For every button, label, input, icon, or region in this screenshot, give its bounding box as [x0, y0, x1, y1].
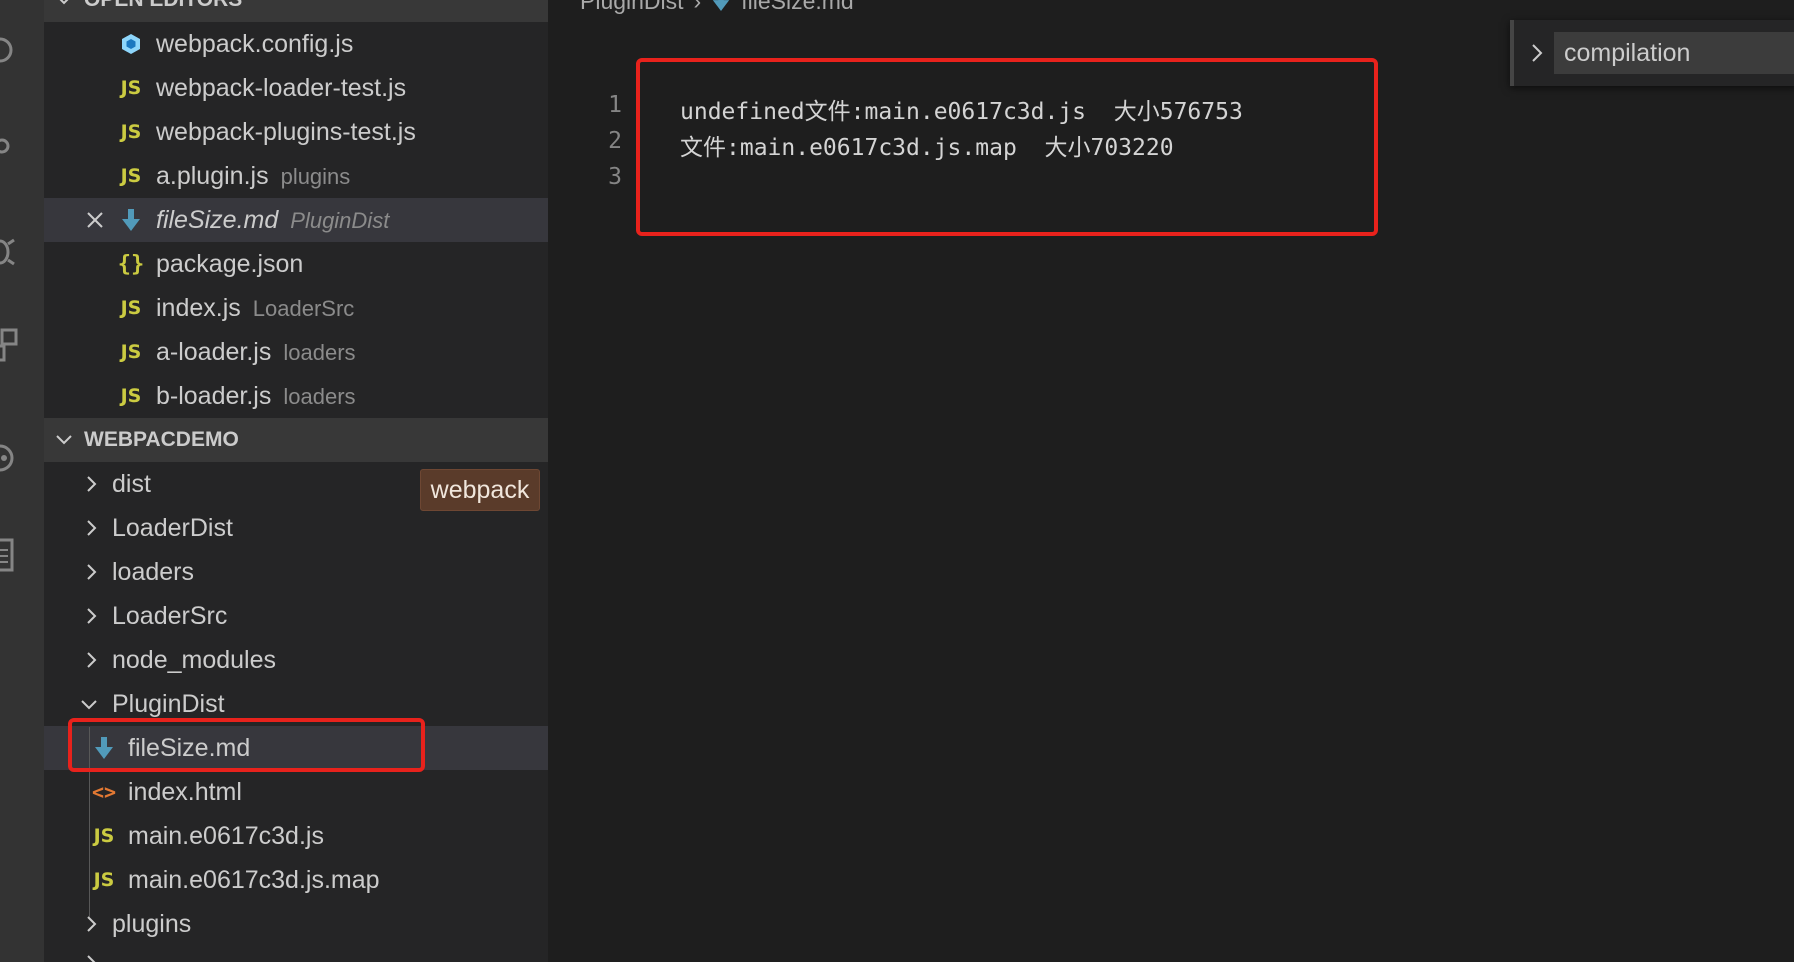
section-title: OPEN EDITORS	[84, 0, 242, 12]
breadcrumb: PluginDist › fileSize.md	[580, 0, 854, 16]
breadcrumb-item[interactable]: fileSize.md	[741, 0, 853, 15]
tree-folder-node-modules[interactable]: node_modules	[44, 638, 548, 682]
file-name: webpack-loader-test.js	[156, 73, 407, 102]
activity-bar	[0, 0, 44, 962]
find-widget: compilation	[1510, 20, 1794, 86]
line-number: 3	[608, 164, 622, 190]
workspace-header[interactable]: WEBPACDEMO	[44, 418, 548, 462]
folder-name: LoaderSrc	[112, 601, 228, 630]
chevron-down-icon	[59, 0, 69, 5]
section-title: WEBPACDEMO	[84, 428, 239, 451]
js-file-icon: JS	[120, 165, 142, 187]
explorer-icon[interactable]	[0, 30, 26, 70]
js-file-icon: JS	[120, 297, 142, 319]
file-name: index.html	[128, 777, 242, 806]
js-file-icon: JS	[120, 385, 142, 407]
open-editor-item[interactable]: {} package.json	[44, 242, 548, 286]
folder-name: plugins	[112, 909, 192, 938]
file-name: b-loader.js	[156, 381, 272, 410]
open-editor-item[interactable]: JS a.plugin.js plugins	[44, 154, 548, 198]
open-editor-item[interactable]: JS webpack-loader-test.js	[44, 66, 548, 110]
open-editor-item[interactable]: JS b-loader.js loaders	[44, 374, 548, 418]
js-file-icon: JS	[120, 77, 142, 99]
file-name: main.e0617c3d.js.map	[128, 865, 380, 894]
chevron-right-icon[interactable]	[1524, 40, 1550, 66]
explorer-sidebar: OPEN EDITORS webpack.config.js JS webpac…	[44, 0, 548, 962]
tree-folder-loadersrc[interactable]: LoaderSrc	[44, 594, 548, 638]
webpack-tooltip-badge: webpack	[420, 469, 540, 511]
tree-file-index-html[interactable]: <> index.html	[44, 770, 548, 814]
close-icon[interactable]	[82, 207, 108, 233]
search-icon[interactable]	[0, 132, 26, 172]
html-file-icon: <>	[91, 780, 117, 804]
folder-name: PluginDist	[112, 689, 225, 718]
open-editor-item-active[interactable]: fileSize.md PluginDist	[44, 198, 548, 242]
notes-icon[interactable]	[0, 536, 26, 576]
file-description: loaders	[283, 339, 356, 365]
line-number: 1	[608, 92, 622, 118]
chevron-right-icon	[87, 520, 97, 536]
debug-icon[interactable]	[0, 230, 26, 270]
breadcrumb-item[interactable]: PluginDist	[580, 0, 684, 15]
chevron-down-icon	[81, 700, 97, 710]
tree-folder-loaders[interactable]: loaders	[44, 550, 548, 594]
chevron-down-icon	[56, 435, 72, 445]
tree-folder-plugins[interactable]: plugins	[44, 902, 548, 946]
open-editor-item[interactable]: JS webpack-plugins-test.js	[44, 110, 548, 154]
markdown-file-icon	[118, 207, 144, 233]
file-name: index.js	[156, 293, 241, 322]
js-file-icon: JS	[120, 341, 142, 363]
js-file-icon: JS	[120, 121, 142, 143]
open-editor-item[interactable]: JS index.js LoaderSrc	[44, 286, 548, 330]
open-editor-item[interactable]: JS a-loader.js loaders	[44, 330, 548, 374]
tree-file-main-js-map[interactable]: JS main.e0617c3d.js.map	[44, 858, 548, 902]
webpack-cube-icon	[118, 31, 144, 57]
vscode-window: OPEN EDITORS webpack.config.js JS webpac…	[0, 0, 1794, 962]
file-name: a-loader.js	[156, 337, 272, 366]
open-editor-item[interactable]: webpack.config.js	[44, 22, 548, 66]
chevron-right-icon	[87, 916, 97, 932]
file-name: a.plugin.js	[156, 161, 269, 190]
editor-pane: PluginDist › fileSize.md 1 2 3 undefined…	[548, 0, 1794, 962]
chevron-right-icon	[87, 564, 97, 580]
file-description: plugins	[280, 163, 351, 189]
folder-name: loaders	[112, 557, 194, 586]
js-file-icon: JS	[93, 869, 115, 891]
js-file-icon: JS	[93, 825, 115, 847]
chevron-right-icon	[87, 476, 97, 492]
file-description: PluginDist	[290, 207, 390, 233]
file-name: fileSize.md	[156, 205, 279, 234]
chevron-right-icon	[87, 652, 97, 668]
file-description: loaders	[283, 383, 356, 409]
breadcrumb-separator-icon: ›	[693, 0, 702, 14]
remote-icon[interactable]	[0, 438, 26, 478]
file-name: webpack-plugins-test.js	[156, 117, 416, 146]
chevron-right-icon	[87, 608, 97, 624]
file-name: main.e0617c3d.js	[128, 821, 324, 850]
json-file-icon: {}	[117, 251, 145, 277]
chevron-right-icon	[87, 955, 96, 962]
folder-name: dist	[112, 469, 151, 498]
folder-name: LoaderDist	[112, 513, 233, 542]
file-name: webpack.config.js	[156, 29, 354, 58]
file-name: package.json	[156, 249, 304, 278]
file-description: LoaderSrc	[252, 295, 355, 321]
markdown-file-icon	[713, 0, 730, 11]
folder-name: node_modules	[112, 645, 277, 674]
open-editors-header[interactable]: OPEN EDITORS	[44, 0, 548, 22]
find-input[interactable]: compilation	[1554, 32, 1794, 74]
tree-file-main-js[interactable]: JS main.e0617c3d.js	[44, 814, 548, 858]
highlight-box	[68, 718, 425, 772]
line-number: 2	[608, 128, 622, 154]
tree-folder-loaderdist[interactable]: LoaderDist	[44, 506, 548, 550]
extensions-icon[interactable]	[0, 326, 26, 366]
highlight-box	[636, 58, 1378, 236]
